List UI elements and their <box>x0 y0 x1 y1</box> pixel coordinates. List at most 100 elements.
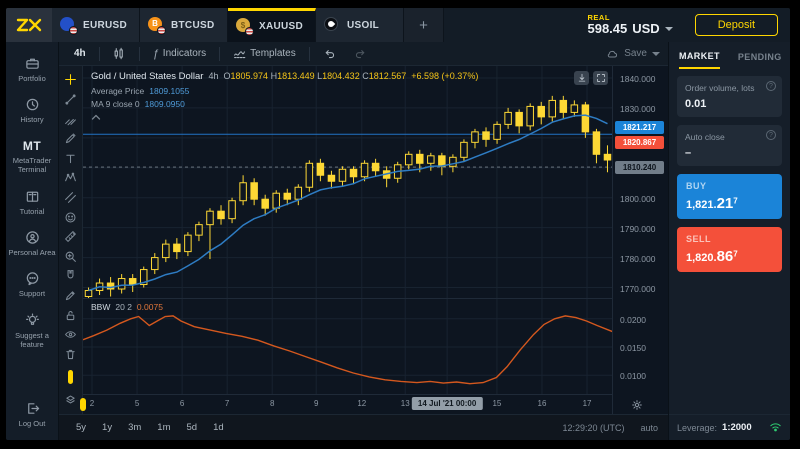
chevron-down-icon <box>652 52 660 56</box>
tab-pending[interactable]: PENDING <box>738 44 782 68</box>
draw-tool-brush[interactable] <box>59 129 82 149</box>
help-icon[interactable]: ? <box>766 81 776 91</box>
brand-logo[interactable] <box>6 8 52 42</box>
draw-tool-pattern[interactable] <box>59 168 82 188</box>
left-sidebar: PortfolioHistoryMTMetaTrader TerminalTut… <box>6 42 58 440</box>
ma-legend[interactable]: MA 9 close 01809.0950 <box>91 98 478 111</box>
symbol-tab-usoil[interactable]: USOIL <box>316 8 404 42</box>
order-panel: MARKET PENDING Order volume, lots ? 0.01… <box>668 42 790 440</box>
account-selector[interactable]: REAL 598.45 USD <box>587 14 672 37</box>
sell-button[interactable]: SELL 1,820.867 <box>677 227 782 272</box>
undo-button[interactable] <box>316 45 343 62</box>
time-axis-label: 5 <box>135 399 139 408</box>
emoji-icon <box>64 211 77 224</box>
leverage-value: 1:2000 <box>722 422 752 433</box>
draw-tool-crosshair[interactable] <box>59 70 82 90</box>
draw-tool-magnet[interactable] <box>59 266 82 286</box>
average-price-badge: 1810.240 <box>615 161 664 174</box>
symbol-tab-xauusd[interactable]: $XAUUSD <box>228 8 316 42</box>
trading-terminal-window: EURUSDBBTCUSD$XAUUSDUSOIL + REAL 598.45 … <box>6 8 790 440</box>
draw-tool-edit[interactable] <box>59 286 82 306</box>
lock-icon <box>64 309 77 322</box>
sidebar-item-history[interactable]: History <box>6 91 58 130</box>
text-icon <box>64 152 77 165</box>
axis-settings-button[interactable] <box>631 399 643 413</box>
time-axis-label: 8 <box>270 399 274 408</box>
sidebar-item-support[interactable]: Support <box>6 265 58 304</box>
price-axis-label: 1830.000 <box>620 104 655 114</box>
bulb-icon <box>25 313 40 328</box>
draw-tool-emoji[interactable] <box>59 207 82 227</box>
buy-price: 1,821.217 <box>686 195 773 212</box>
chart-type-button[interactable] <box>106 45 133 62</box>
templates-button[interactable]: Templates <box>226 45 303 62</box>
sidebar-item-tutorial[interactable]: Tutorial <box>6 183 58 222</box>
draw-tool-eye[interactable] <box>59 325 82 345</box>
redo-button[interactable] <box>347 45 374 62</box>
chat-icon <box>25 271 40 286</box>
range-button-5y[interactable]: 5y <box>69 419 93 436</box>
tab-market[interactable]: MARKET <box>679 43 720 69</box>
sidebar-item-log-out[interactable]: Log Out <box>6 395 58 434</box>
help-icon[interactable]: ? <box>766 130 776 140</box>
sidebar-item-metatrader-terminal[interactable]: MTMetaTrader Terminal <box>6 133 58 181</box>
range-button-3m[interactable]: 3m <box>121 419 148 436</box>
price-axis-label: 1770.000 <box>620 284 655 294</box>
undo-icon <box>323 47 336 60</box>
time-axis-label: 17 <box>583 399 592 408</box>
auto-close-value[interactable]: – <box>685 147 774 159</box>
zoom-icon <box>64 250 77 263</box>
range-buttons: 5y1y3m1m5d1d <box>69 419 231 436</box>
buy-button[interactable]: BUY 1,821.217 <box>677 174 782 219</box>
order-volume-value[interactable]: 0.01 <box>685 98 774 110</box>
timezone-mode-button[interactable]: auto <box>640 423 658 433</box>
price-pane: Gold / United States Dollar 4h O1805.974… <box>83 66 612 298</box>
indicator-axis-label: 0.0200 <box>620 315 646 325</box>
draw-tool-trash[interactable] <box>59 345 82 365</box>
add-symbol-tab-button[interactable]: + <box>404 8 444 42</box>
time-axis-label: 6 <box>180 399 184 408</box>
draw-tool-lock[interactable] <box>59 305 82 325</box>
drawing-toolbar <box>59 66 83 414</box>
symbol-tab-btcusd[interactable]: BBTCUSD <box>140 8 228 42</box>
range-button-1y[interactable]: 1y <box>95 419 119 436</box>
toolbar-scroll-thumb[interactable] <box>68 370 73 384</box>
price-axis[interactable]: 1840.0001830.0001800.0001790.0001780.000… <box>612 66 668 414</box>
time-scroll-thumb[interactable] <box>80 398 86 411</box>
save-layout-button[interactable]: Save <box>605 48 660 60</box>
symbol-tab-eurusd[interactable]: EURUSD <box>52 8 140 42</box>
price-axis-label: 1800.000 <box>620 194 655 204</box>
range-button-5d[interactable]: 5d <box>180 419 205 436</box>
time-axis[interactable]: 256789121315161714 Jul '21 00:00 <box>83 394 612 414</box>
draw-tool-pitchfork[interactable] <box>59 109 82 129</box>
range-button-1m[interactable]: 1m <box>150 419 177 436</box>
price-axis-label: 1840.000 <box>620 74 655 84</box>
draw-tool-zoom[interactable] <box>59 246 82 266</box>
fullscreen-button[interactable] <box>593 71 608 85</box>
order-volume-field[interactable]: Order volume, lots ? 0.01 <box>677 76 782 117</box>
timeframe-button[interactable]: 4h <box>67 46 93 61</box>
chevron-down-icon <box>665 27 673 31</box>
sidebar-item-personal-area[interactable]: Personal Area <box>6 224 58 263</box>
draw-tool-object-tree[interactable] <box>59 390 82 410</box>
instrument-title[interactable]: Gold / United States Dollar <box>91 70 203 85</box>
average-price-legend[interactable]: Average Price1809.1055 <box>91 85 478 98</box>
draw-tool-text[interactable] <box>59 148 82 168</box>
eye-icon <box>64 328 77 341</box>
indicator-canvas[interactable] <box>83 299 613 395</box>
symbol-tabs: EURUSDBBTCUSD$XAUUSDUSOIL <box>52 8 404 42</box>
draw-tool-trend[interactable] <box>59 90 82 110</box>
deposit-button[interactable]: Deposit <box>695 14 778 36</box>
indicators-button[interactable]: ƒ Indicators <box>146 46 213 62</box>
fx-icon: ƒ <box>153 48 159 60</box>
range-button-1d[interactable]: 1d <box>206 419 231 436</box>
draw-tool-ruler[interactable] <box>59 227 82 247</box>
draw-tool-channel[interactable] <box>59 188 82 208</box>
snapshot-button[interactable] <box>574 71 589 85</box>
auto-close-field[interactable]: Auto close ? – <box>677 125 782 166</box>
ohlc-values: O1805.974 H1813.449 L1804.432 C1812.567 <box>224 70 407 84</box>
indicator-legend[interactable]: BBW 20 2 0.0075 <box>91 302 163 312</box>
legend-collapse-button[interactable] <box>91 112 105 126</box>
sidebar-item-suggest-a-feature[interactable]: Suggest a feature <box>6 307 58 356</box>
sidebar-item-portfolio[interactable]: Portfolio <box>6 50 58 89</box>
